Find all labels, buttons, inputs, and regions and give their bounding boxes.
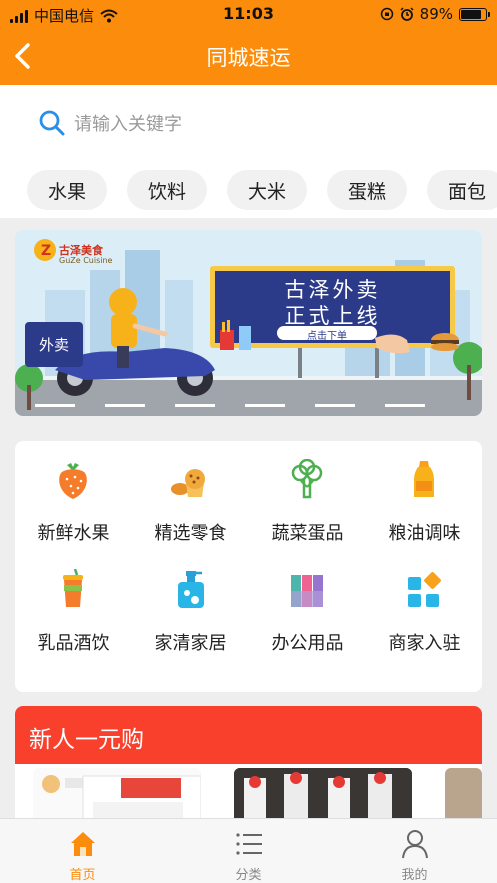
- promo-header: 新人一元购: [15, 706, 482, 764]
- soap-dispenser-icon: [178, 571, 204, 608]
- promo-banner[interactable]: Z 古泽美食 GuZe Cuisine 古泽外卖 正式上线 点击下单 外卖: [15, 230, 482, 416]
- category-pill-fruit[interactable]: 水果: [27, 170, 107, 210]
- grid-label: 蔬菜蛋品: [271, 523, 344, 544]
- orientation-lock-icon: [380, 7, 393, 21]
- search-input[interactable]: 请输入关键字: [38, 109, 182, 137]
- search-section: 请输入关键字 水果 饮料 大米 蛋糕 面包: [0, 85, 497, 218]
- grid-label: 家清家居: [154, 633, 227, 654]
- category-grid: 新鲜水果 精选零食 蔬菜蛋品 粮油调味 乳品酒饮 家清家居 办公用品 商家入驻: [15, 441, 482, 692]
- scooter-box-label: 外卖: [38, 336, 69, 354]
- home-icon: [71, 832, 95, 856]
- status-bar: 中国电信 11:03 89%: [0, 0, 497, 28]
- page-title: 同城速运: [206, 46, 291, 70]
- nav-bar: 同城速运: [0, 28, 497, 85]
- grid-label: 新鲜水果: [37, 523, 110, 544]
- new-user-promo: 新人一元购: [15, 706, 482, 826]
- grid-item-vegetables-eggs[interactable]: 蔬菜蛋品: [249, 441, 366, 551]
- svg-text:Z: Z: [41, 243, 51, 259]
- grid-label: 粮油调味: [388, 523, 461, 544]
- promo-title: 新人一元购: [29, 727, 144, 753]
- search-placeholder: 请输入关键字: [74, 114, 182, 135]
- grid-label: 精选零食: [154, 523, 227, 544]
- grid-label: 乳品酒饮: [37, 633, 110, 654]
- tab-profile[interactable]: 我的: [332, 819, 497, 883]
- banner-sign-line2: 正式上线: [284, 304, 381, 328]
- tab-bar: 首页 分类 我的: [0, 818, 497, 883]
- grid-item-office-supplies[interactable]: 办公用品: [249, 551, 366, 661]
- grid-label: 办公用品: [271, 633, 344, 654]
- tab-category[interactable]: 分类: [166, 819, 331, 883]
- banner-brand-en: GuZe Cuisine: [59, 256, 113, 265]
- user-icon: [402, 830, 428, 859]
- drink-cup-icon: [63, 569, 83, 607]
- category-pills: 水果 饮料 大米 蛋糕 面包: [27, 170, 497, 210]
- merchant-apps-icon: [408, 572, 441, 607]
- battery-icon: [459, 7, 490, 21]
- grid-item-snacks[interactable]: 精选零食: [132, 441, 249, 551]
- tab-label: 分类: [235, 868, 262, 883]
- tab-home[interactable]: 首页: [0, 819, 165, 883]
- grid-item-fresh-fruit[interactable]: 新鲜水果: [15, 441, 132, 551]
- strawberry-icon: [59, 463, 87, 499]
- oil-bottle-icon: [414, 461, 434, 497]
- banner-order-button[interactable]: 点击下单: [277, 327, 377, 342]
- grid-label: 商家入驻: [388, 633, 461, 654]
- alarm-icon: [400, 7, 414, 21]
- snacks-icon: [171, 469, 205, 497]
- category-pill-rice[interactable]: 大米: [227, 170, 307, 210]
- category-pill-cake[interactable]: 蛋糕: [327, 170, 407, 210]
- office-supplies-icon: [291, 575, 323, 607]
- grid-item-home-cleaning[interactable]: 家清家居: [132, 551, 249, 661]
- category-pill-drinks[interactable]: 饮料: [127, 170, 207, 210]
- category-pill-bread[interactable]: 面包: [427, 170, 497, 210]
- tab-label: 我的: [401, 868, 428, 883]
- tab-label: 首页: [69, 868, 96, 883]
- broccoli-icon: [291, 459, 323, 499]
- search-icon: [39, 110, 65, 136]
- battery-percent: 89%: [419, 5, 453, 23]
- grid-item-dairy-drinks[interactable]: 乳品酒饮: [15, 551, 132, 661]
- grid-item-merchant-join[interactable]: 商家入驻: [366, 551, 483, 661]
- grid-item-grain-oil[interactable]: 粮油调味: [366, 441, 483, 551]
- list-icon: [236, 833, 262, 855]
